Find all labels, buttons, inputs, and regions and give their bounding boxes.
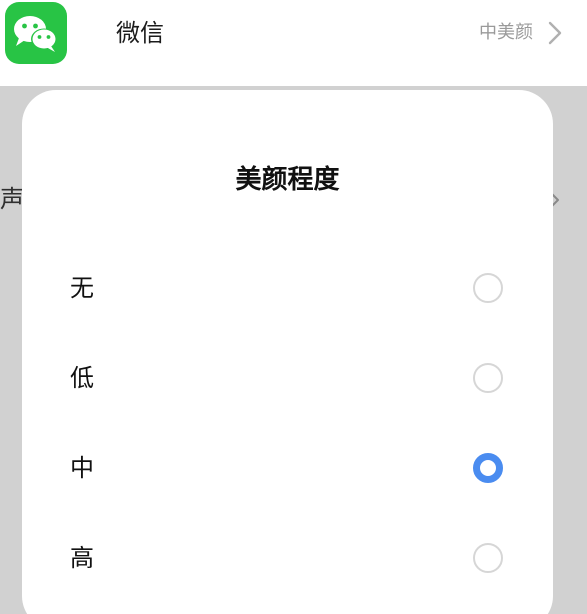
option-medium[interactable]: 中 [22, 428, 553, 508]
radio-button[interactable] [473, 273, 503, 303]
option-label: 低 [70, 364, 94, 392]
beauty-level-dialog: 美颜程度 无 低 中 高 [22, 90, 553, 614]
option-label: 中 [70, 454, 94, 482]
wechat-icon [5, 2, 67, 64]
option-high[interactable]: 高 [22, 518, 553, 598]
chevron-right-icon [548, 21, 562, 45]
radio-button-selected[interactable] [473, 453, 503, 483]
option-low[interactable]: 低 [22, 338, 553, 418]
option-none[interactable]: 无 [22, 248, 553, 328]
dialog-title: 美颜程度 [235, 165, 340, 195]
radio-button[interactable] [473, 543, 503, 573]
app-name: 微信 [116, 19, 164, 47]
option-label: 无 [70, 274, 94, 302]
app-row-wechat[interactable]: 微信 中美颜 [0, 0, 587, 72]
beauty-level-value: 中美颜 [479, 22, 533, 43]
radio-button[interactable] [473, 363, 503, 393]
option-label: 高 [70, 544, 94, 572]
